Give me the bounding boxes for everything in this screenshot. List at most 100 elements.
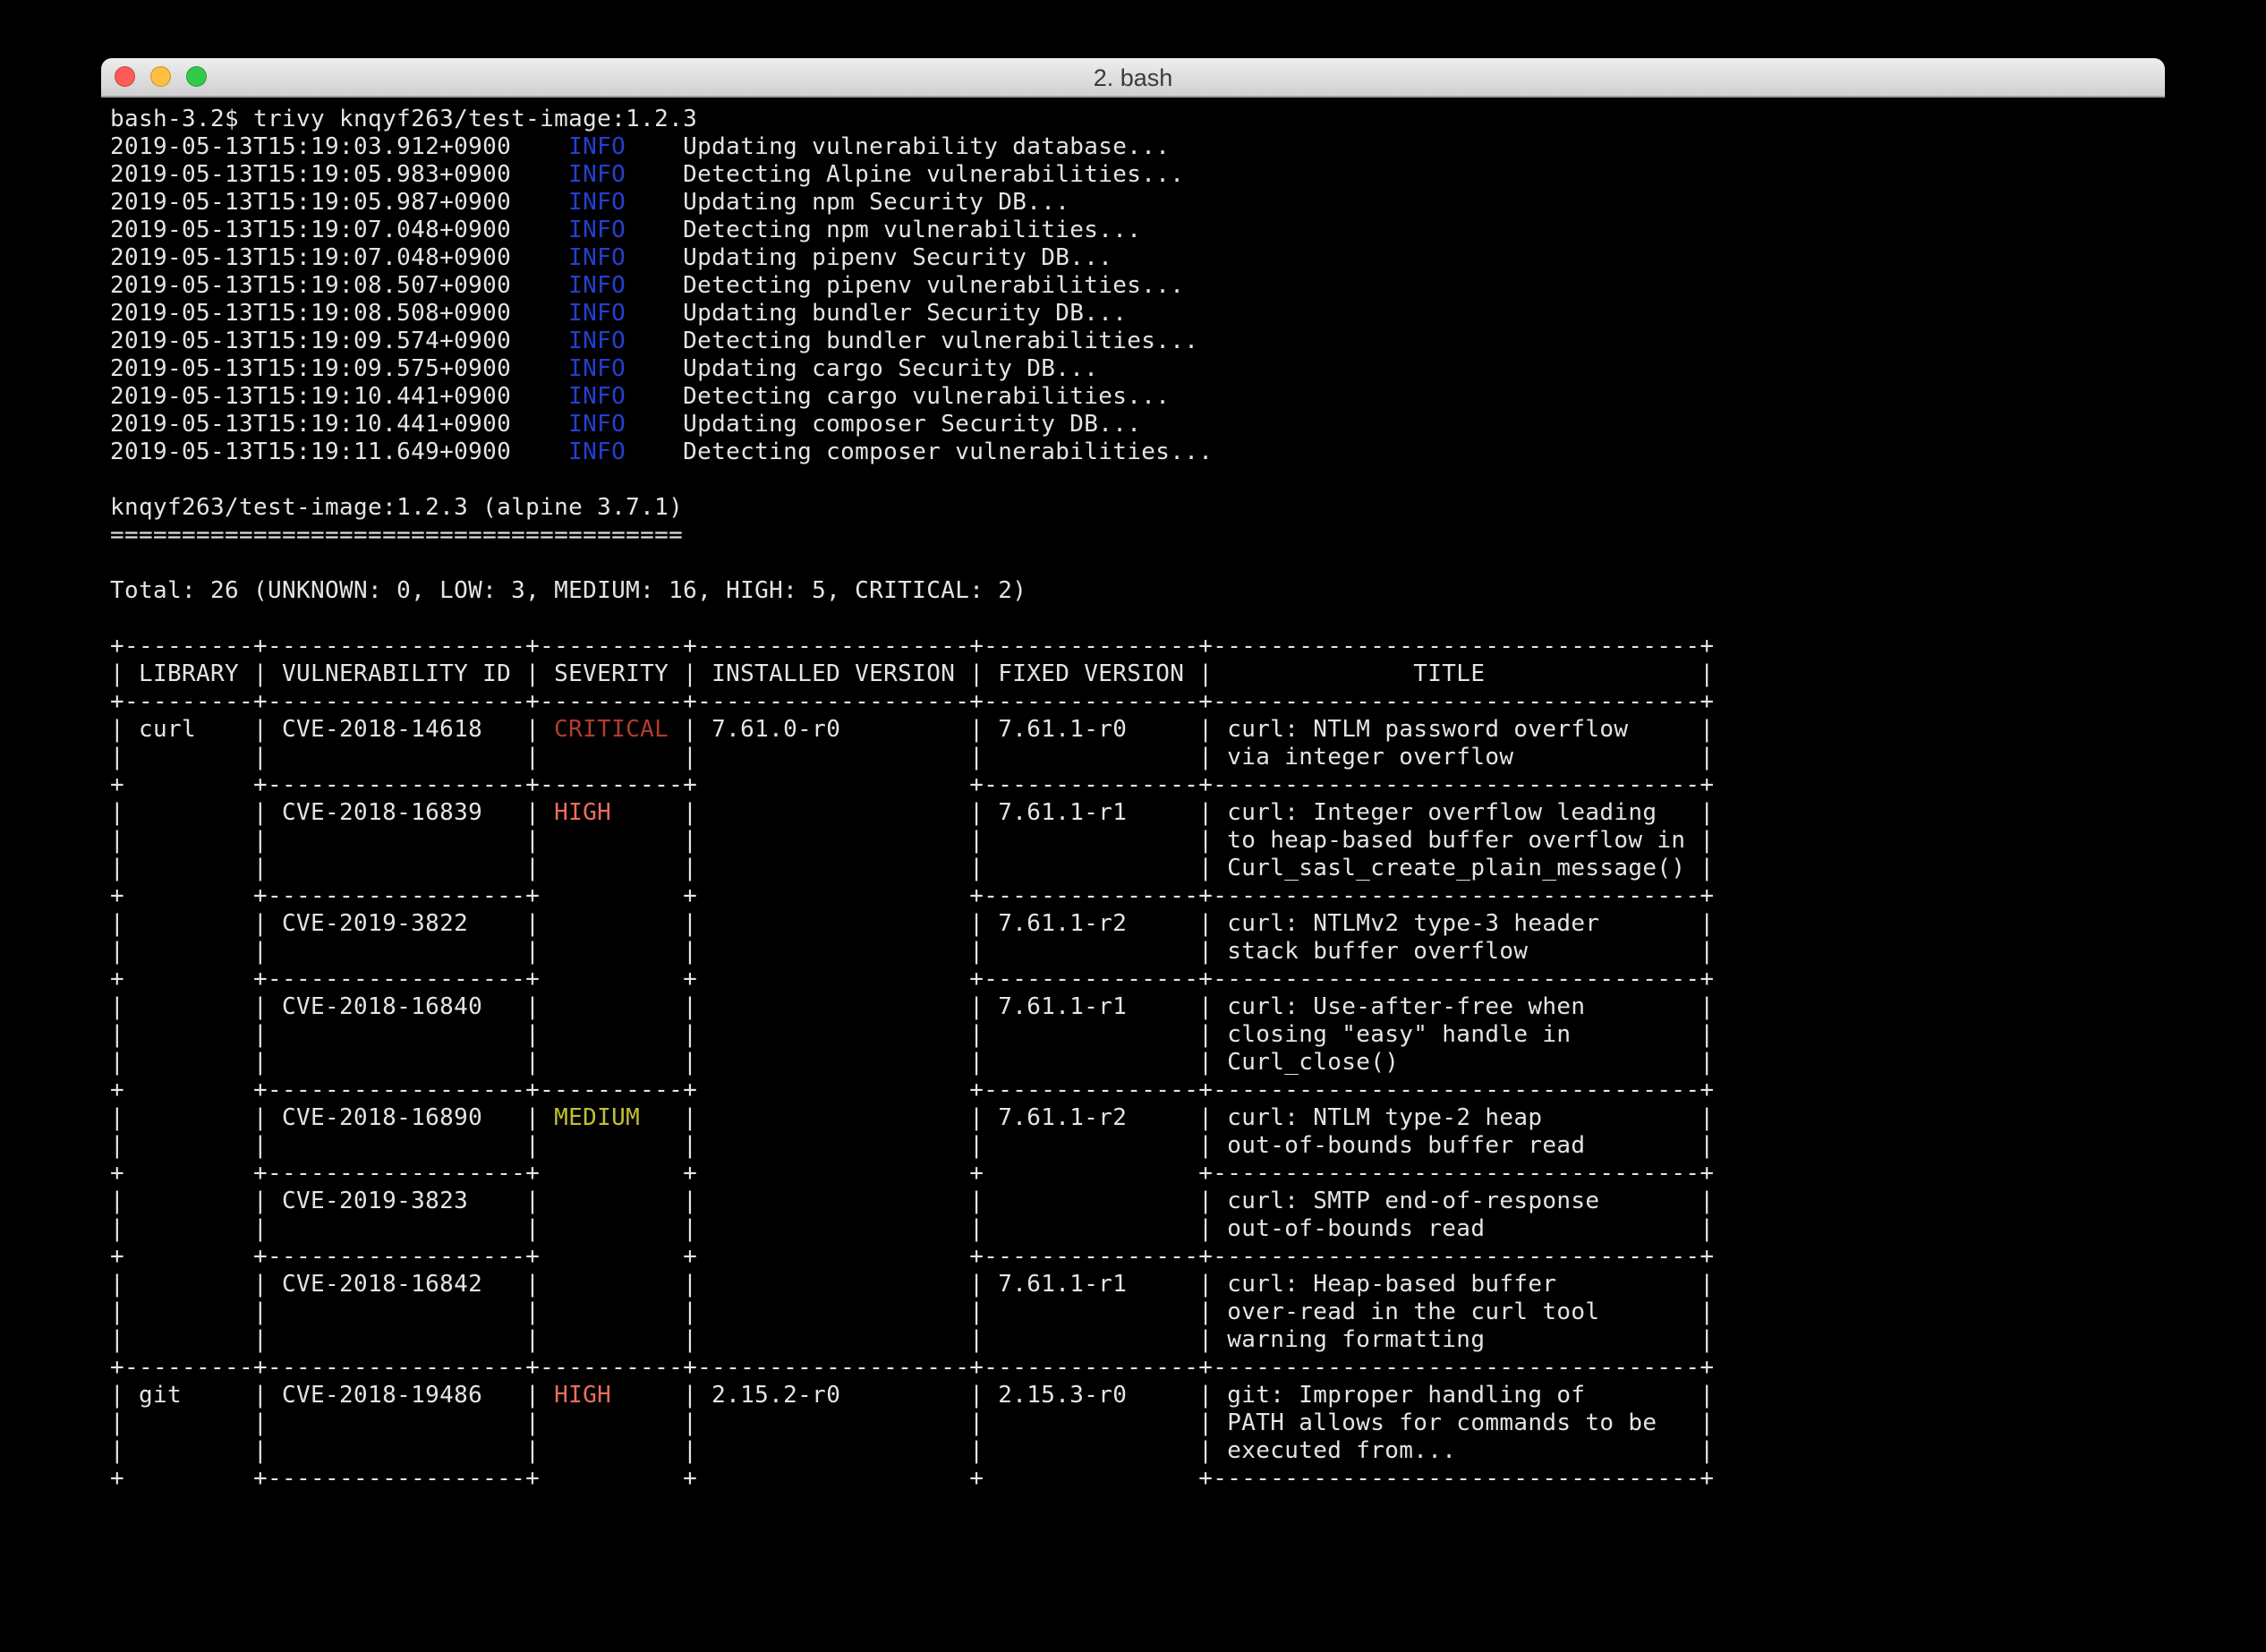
- terminal-content[interactable]: bash-3.2$ trivy knqyf263/test-image:1.2.…: [110, 106, 2165, 1652]
- table-cell-text: | | | | | | Curl_sasl_create_plain_messa…: [110, 855, 1714, 881]
- table-border: + +------------------+ + + +------------…: [110, 1465, 1714, 1492]
- log-timestamp: 2019-05-13T15:19:03.912+0900: [110, 133, 568, 160]
- table-row-line: | | | | | | stack buffer overflow |: [110, 938, 2165, 966]
- table-cell-text: | 2.15.2-r0 | 2.15.3-r0 | git: Improper …: [683, 1382, 1714, 1409]
- log-level: INFO: [568, 244, 626, 271]
- log-line: 2019-05-13T15:19:07.048+0900 INFO Updati…: [110, 244, 2165, 272]
- report-underline: ========================================: [110, 522, 2165, 549]
- terminal-line: [110, 466, 2165, 494]
- log-message: Detecting npm vulnerabilities...: [626, 217, 1141, 243]
- report-underline-text: ========================================: [110, 522, 683, 549]
- table-cell-text: | | | | | | executed from... |: [110, 1437, 1714, 1464]
- table-cell-text: | | | | | | Curl_close() |: [110, 1049, 1714, 1076]
- table-cell-text: | | | curl: SMTP end-of-response |: [683, 1188, 1714, 1214]
- table-border-line: +---------+------------------+----------…: [110, 633, 2165, 660]
- table-border: + +------------------+----------+ +-----…: [110, 771, 1714, 798]
- table-row-line: | curl | CVE-2018-14618 | CRITICAL | 7.6…: [110, 716, 2165, 744]
- table-cell-text: | | CVE-2019-3823 |: [110, 1188, 540, 1214]
- report-image-text: knqyf263/test-image:1.2.3 (alpine 3.7.1): [110, 494, 683, 521]
- table-row-line: | | CVE-2018-16840 | | | 7.61.1-r1 | cur…: [110, 993, 2165, 1021]
- report-image-line: knqyf263/test-image:1.2.3 (alpine 3.7.1): [110, 494, 2165, 522]
- table-row-line: | | | | | | Curl_sasl_create_plain_messa…: [110, 855, 2165, 882]
- table-row-line: | git | CVE-2018-19486 | HIGH | 2.15.2-r…: [110, 1382, 2165, 1409]
- prompt-line-text: bash-3.2$ trivy knqyf263/test-image:1.2.…: [110, 106, 697, 132]
- report-total-line: Total: 26 (UNKNOWN: 0, LOW: 3, MEDIUM: 1…: [110, 577, 2165, 605]
- table-border-line: + +------------------+ + + +------------…: [110, 1465, 2165, 1493]
- table-cell-text: | | | | | | warning formatting |: [110, 1326, 1714, 1353]
- table-border-line: + +------------------+ + + +------------…: [110, 1160, 2165, 1188]
- log-level: INFO: [568, 133, 626, 160]
- log-level: INFO: [568, 328, 626, 354]
- table-row-line: | | | | | | via integer overflow |: [110, 744, 2165, 771]
- terminal-window: 2. bash bash-3.2$ trivy knqyf263/test-im…: [101, 58, 2165, 1652]
- table-border-line: + +------------------+ + +--------------…: [110, 966, 2165, 993]
- log-message: Detecting cargo vulnerabilities...: [626, 383, 1170, 410]
- table-cell-text: | | 7.61.1-r2 | curl: NTLMv2 type-3 head…: [683, 910, 1714, 937]
- table-row-line: | | | | | | over-read in the curl tool |: [110, 1299, 2165, 1326]
- table-row-line: | | CVE-2019-3823 | | | | curl: SMTP end…: [110, 1188, 2165, 1215]
- log-timestamp: 2019-05-13T15:19:07.048+0900: [110, 244, 568, 271]
- table-border-line: + +------------------+ + +--------------…: [110, 1243, 2165, 1271]
- table-cell-text: | | CVE-2019-3822 |: [110, 910, 540, 937]
- log-message: Detecting composer vulnerabilities...: [626, 439, 1213, 465]
- log-line: 2019-05-13T15:19:08.507+0900 INFO Detect…: [110, 272, 2165, 300]
- severity-cell: CRITICAL: [540, 716, 683, 743]
- log-level: INFO: [568, 217, 626, 243]
- table-cell-text: | | | | | | over-read in the curl tool |: [110, 1299, 1714, 1325]
- table-row-line: | | | | | | Curl_close() |: [110, 1049, 2165, 1077]
- log-timestamp: 2019-05-13T15:19:08.508+0900: [110, 300, 568, 327]
- log-message: Detecting pipenv vulnerabilities...: [626, 272, 1184, 299]
- table-cell-text: | | 7.61.1-r2 | curl: NTLM type-2 heap |: [683, 1104, 1714, 1131]
- table-header-text: | LIBRARY | VULNERABILITY ID | SEVERITY …: [110, 660, 1714, 687]
- log-level: INFO: [568, 161, 626, 188]
- table-border-line: + +------------------+----------+ +-----…: [110, 1077, 2165, 1104]
- table-row-line: | | CVE-2018-16839 | HIGH | | 7.61.1-r1 …: [110, 799, 2165, 827]
- severity-cell: [540, 993, 683, 1020]
- table-cell-text: | 7.61.0-r0 | 7.61.1-r0 | curl: NTLM pas…: [683, 716, 1714, 743]
- table-cell-text: | | CVE-2018-16840 |: [110, 993, 540, 1020]
- log-line: 2019-05-13T15:19:05.987+0900 INFO Updati…: [110, 189, 2165, 217]
- window-title: 2. bash: [101, 58, 2165, 98]
- table-row-line: | | | | | | PATH allows for commands to …: [110, 1409, 2165, 1437]
- table-row-line: | | | | | | closing "easy" handle in |: [110, 1021, 2165, 1049]
- table-row-line: | | CVE-2018-16890 | MEDIUM | | 7.61.1-r…: [110, 1104, 2165, 1132]
- table-cell-text: | | CVE-2018-16842 |: [110, 1271, 540, 1298]
- table-border: +---------+------------------+----------…: [110, 633, 1714, 660]
- log-message: Detecting Alpine vulnerabilities...: [626, 161, 1184, 188]
- log-line: 2019-05-13T15:19:09.575+0900 INFO Updati…: [110, 355, 2165, 383]
- log-message: Updating npm Security DB...: [626, 189, 1069, 216]
- log-timestamp: 2019-05-13T15:19:05.983+0900: [110, 161, 568, 188]
- log-level: INFO: [568, 272, 626, 299]
- table-cell-text: | | | | | | closing "easy" handle in |: [110, 1021, 1714, 1048]
- log-timestamp: 2019-05-13T15:19:10.441+0900: [110, 383, 568, 410]
- table-cell-text: | git | CVE-2018-19486 |: [110, 1382, 540, 1409]
- table-cell-text: | | | | | | to heap-based buffer overflo…: [110, 827, 1714, 854]
- log-timestamp: 2019-05-13T15:19:10.441+0900: [110, 411, 568, 438]
- table-border-line: +---------+------------------+----------…: [110, 1354, 2165, 1382]
- table-row-line: | | | | | | executed from... |: [110, 1437, 2165, 1465]
- log-level: INFO: [568, 411, 626, 438]
- table-cell-text: | | | | | | out-of-bounds buffer read |: [110, 1132, 1714, 1159]
- table-row-line: | | | | | | to heap-based buffer overflo…: [110, 827, 2165, 855]
- table-row-line: | | | | | | out-of-bounds read |: [110, 1215, 2165, 1243]
- table-cell-text: | | 7.61.1-r1 | curl: Use-after-free whe…: [683, 993, 1714, 1020]
- table-cell-text: | | 7.61.1-r1 | curl: Integer overflow l…: [683, 799, 1714, 826]
- table-cell-text: | | | | | | stack buffer overflow |: [110, 938, 1714, 965]
- table-border: + +------------------+----------+ +-----…: [110, 1077, 1714, 1103]
- log-message: Updating cargo Security DB...: [626, 355, 1098, 382]
- log-message: Updating vulnerability database...: [626, 133, 1170, 160]
- severity-cell: [540, 1188, 683, 1214]
- log-level: INFO: [568, 189, 626, 216]
- table-cell-text: | | 7.61.1-r1 | curl: Heap-based buffer …: [683, 1271, 1714, 1298]
- report-total-text: Total: 26 (UNKNOWN: 0, LOW: 3, MEDIUM: 1…: [110, 577, 1027, 604]
- log-message: Updating bundler Security DB...: [626, 300, 1127, 327]
- table-header-line: | LIBRARY | VULNERABILITY ID | SEVERITY …: [110, 660, 2165, 688]
- table-border-line: +---------+------------------+----------…: [110, 688, 2165, 716]
- log-message: Updating pipenv Security DB...: [626, 244, 1112, 271]
- title-bar[interactable]: 2. bash: [101, 58, 2165, 98]
- severity-cell: [540, 1271, 683, 1298]
- log-level: INFO: [568, 300, 626, 327]
- severity-cell: HIGH: [540, 799, 683, 826]
- log-line: 2019-05-13T15:19:10.441+0900 INFO Updati…: [110, 411, 2165, 439]
- log-timestamp: 2019-05-13T15:19:11.649+0900: [110, 439, 568, 465]
